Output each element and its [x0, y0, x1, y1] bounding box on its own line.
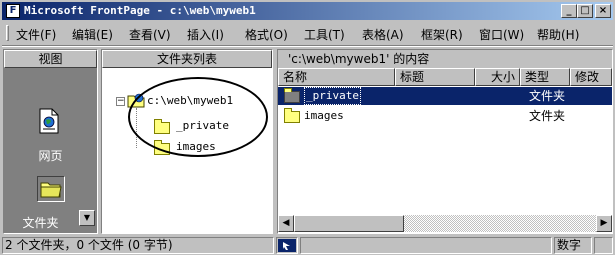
annotation-ellipse [128, 77, 268, 157]
folder-list-header: 文件夹列表 [102, 50, 272, 68]
scroll-thumb[interactable] [294, 215, 404, 232]
chevron-down-icon: ▼ [83, 213, 91, 222]
folder-icon [284, 88, 300, 103]
maximize-button[interactable]: □ [577, 4, 593, 18]
views-bar-header: 视图 [4, 50, 97, 68]
contents-pane: 'c:\web\myweb1' 的内容 名称 标题 大小 类型 修改 _priv… [277, 49, 613, 234]
folder-icon [284, 108, 300, 123]
menu-file[interactable]: 文件(F) [16, 26, 56, 43]
page-icon [39, 108, 59, 134]
column-header-name[interactable]: 名称 [278, 68, 395, 86]
views-page-label: 网页 [38, 149, 63, 163]
row-name: images [304, 109, 344, 122]
views-scroll-down-button[interactable]: ▼ [79, 210, 95, 226]
title-bar[interactable]: F Microsoft FrontPage - c:\web\myweb1 _ … [2, 2, 613, 20]
column-header-size[interactable]: 大小 [475, 68, 520, 86]
window-title: Microsoft FrontPage - c:\web\myweb1 [24, 4, 256, 17]
menu-grip[interactable] [6, 25, 9, 41]
scroll-left-button[interactable]: ◀ [278, 215, 294, 232]
app-icon[interactable]: F [6, 4, 20, 18]
status-num-indicator: 数字 [554, 237, 592, 254]
column-header-type[interactable]: 类型 [520, 68, 570, 86]
horizontal-scrollbar[interactable]: ◀ ▶ [278, 215, 612, 232]
table-row[interactable]: _private 文件夹 [278, 87, 612, 105]
views-folders-label: 文件夹 [22, 216, 59, 230]
arrow-left-icon: ◀ [282, 218, 290, 228]
status-blank [300, 237, 552, 254]
views-bar: 视图 网页 文件夹 ▼ [3, 49, 98, 234]
status-summary: 2 个文件夹，0 个文件 (0 字节) [2, 237, 274, 254]
close-button[interactable]: × [595, 4, 611, 18]
column-header-modified[interactable]: 修改 [570, 68, 612, 86]
menu-frames[interactable]: 框架(R) [421, 26, 463, 43]
status-bar: 2 个文件夹，0 个文件 (0 字节) 数字 [0, 236, 615, 255]
menu-table[interactable]: 表格(A) [362, 26, 404, 43]
menu-separator [2, 45, 613, 47]
menu-format[interactable]: 格式(O) [245, 26, 288, 43]
arrow-right-icon: ▶ [600, 218, 608, 228]
menu-window[interactable]: 窗口(W) [479, 26, 524, 43]
frontpage-activity-icon [278, 239, 296, 252]
menu-insert[interactable]: 插入(I) [187, 26, 224, 43]
menu-help[interactable]: 帮助(H) [537, 26, 579, 43]
minimize-button[interactable]: _ [561, 4, 577, 18]
menu-view[interactable]: 查看(V) [129, 26, 171, 43]
folder-icon [40, 182, 62, 198]
collapse-icon[interactable]: − [116, 97, 125, 106]
row-name: _private [304, 87, 361, 105]
menu-edit[interactable]: 编辑(E) [72, 26, 113, 43]
table-row[interactable]: images 文件夹 [278, 107, 612, 125]
row-type: 文件夹 [529, 89, 566, 103]
scroll-right-button[interactable]: ▶ [596, 215, 612, 232]
menu-tools[interactable]: 工具(T) [304, 26, 345, 43]
status-activity [276, 237, 298, 254]
status-extra [594, 237, 613, 254]
menu-bar: 文件(F) 编辑(E) 查看(V) 插入(I) 格式(O) 工具(T) 表格(A… [2, 22, 613, 44]
column-header-title[interactable]: 标题 [395, 68, 475, 86]
contents-title: 'c:\web\myweb1' 的内容 [278, 50, 612, 68]
row-type: 文件夹 [529, 109, 566, 123]
frontpage-window: F Microsoft FrontPage - c:\web\myweb1 _ … [0, 0, 615, 255]
